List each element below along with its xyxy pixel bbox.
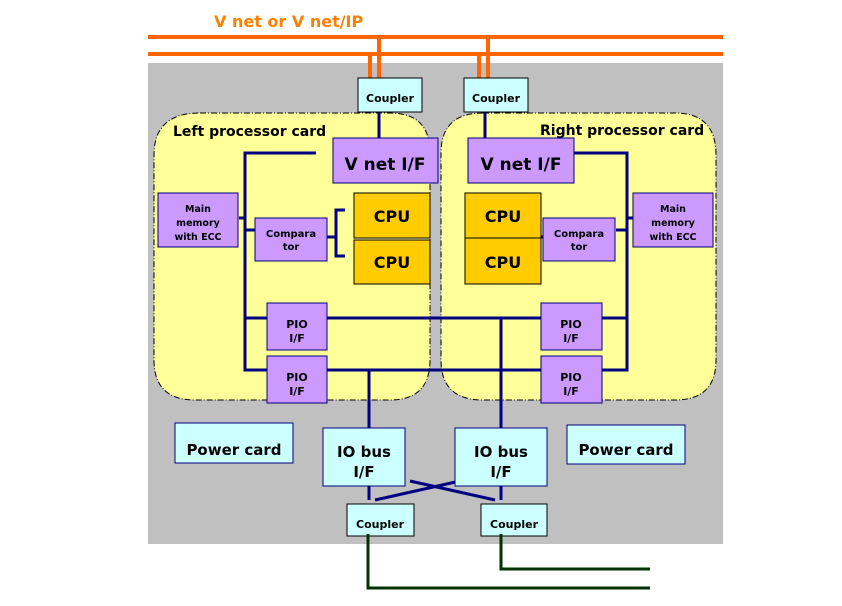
- right-cpu-2: CPU: [464, 237, 542, 285]
- vnet-bus: [148, 35, 723, 56]
- right-comparator: Compara tor: [542, 217, 616, 262]
- svg-text:I/F: I/F: [353, 463, 374, 481]
- right-card-title: Right processor card: [540, 123, 704, 139]
- vnet-line-b: [148, 52, 723, 56]
- left-cpu-1: CPU: [353, 192, 431, 239]
- svg-text:V net I/F: V net I/F: [481, 155, 562, 175]
- svg-text:tor: tor: [571, 242, 588, 253]
- svg-text:Main: Main: [185, 204, 211, 215]
- svg-text:Compara: Compara: [554, 229, 604, 240]
- svg-text:I/F: I/F: [490, 463, 511, 481]
- svg-text:I/F: I/F: [289, 385, 305, 398]
- svg-text:CPU: CPU: [374, 253, 410, 272]
- right-io-bus-if: IO bus I/F: [454, 427, 548, 487]
- bottom-coupler-left: Coupler: [346, 503, 415, 537]
- svg-text:PIO: PIO: [286, 371, 308, 384]
- top-coupler-right: Coupler: [463, 77, 529, 113]
- svg-text:IO bus: IO bus: [337, 443, 391, 461]
- top-coupler-left: Coupler: [357, 77, 423, 113]
- bottom-coupler-right: Coupler: [480, 503, 548, 537]
- svg-text:PIO: PIO: [286, 318, 308, 331]
- right-pio-if-2: PIO I/F: [540, 355, 603, 404]
- left-pio-if-1: PIO I/F: [266, 302, 328, 351]
- svg-text:I/F: I/F: [563, 332, 579, 345]
- network-label: V net or V net/IP: [214, 12, 364, 31]
- svg-text:Power card: Power card: [186, 441, 281, 459]
- svg-text:CPU: CPU: [374, 207, 410, 226]
- svg-text:Compara: Compara: [266, 229, 316, 240]
- svg-text:PIO: PIO: [560, 371, 582, 384]
- svg-text:Coupler: Coupler: [366, 92, 415, 105]
- svg-text:CPU: CPU: [485, 253, 521, 272]
- right-main-memory: Main memory with ECC: [632, 192, 714, 248]
- left-comparator: Compara tor: [254, 217, 328, 262]
- svg-text:Coupler: Coupler: [490, 518, 539, 531]
- left-vnet-if: V net I/F: [332, 137, 439, 184]
- left-power-card: Power card: [174, 422, 294, 464]
- svg-text:CPU: CPU: [485, 207, 521, 226]
- svg-text:memory: memory: [176, 218, 220, 229]
- left-cpu-2: CPU: [353, 239, 431, 285]
- right-vnet-if: V net I/F: [467, 137, 575, 184]
- svg-text:with ECC: with ECC: [174, 232, 221, 243]
- right-pio-if-1: PIO I/F: [540, 302, 603, 351]
- svg-text:V net I/F: V net I/F: [345, 155, 426, 175]
- processor-architecture-diagram: V net or V net/IP Left processor card Ri…: [148, 12, 723, 590]
- svg-text:I/F: I/F: [563, 385, 579, 398]
- svg-text:I/F: I/F: [289, 332, 305, 345]
- svg-text:memory: memory: [651, 218, 695, 229]
- svg-text:tor: tor: [283, 242, 300, 253]
- right-cpu-1: CPU: [464, 192, 542, 239]
- left-io-bus-if: IO bus I/F: [322, 427, 406, 487]
- svg-text:Power card: Power card: [578, 441, 673, 459]
- svg-text:with ECC: with ECC: [649, 232, 696, 243]
- left-main-memory: Main memory with ECC: [157, 192, 239, 248]
- left-card-title: Left processor card: [173, 124, 326, 140]
- svg-text:Coupler: Coupler: [356, 518, 405, 531]
- vnet-line-a: [148, 35, 723, 39]
- svg-text:PIO: PIO: [560, 318, 582, 331]
- svg-text:IO bus: IO bus: [474, 443, 528, 461]
- left-pio-if-2: PIO I/F: [266, 355, 328, 404]
- right-power-card: Power card: [566, 424, 686, 465]
- svg-text:Main: Main: [660, 204, 686, 215]
- svg-text:Coupler: Coupler: [472, 92, 521, 105]
